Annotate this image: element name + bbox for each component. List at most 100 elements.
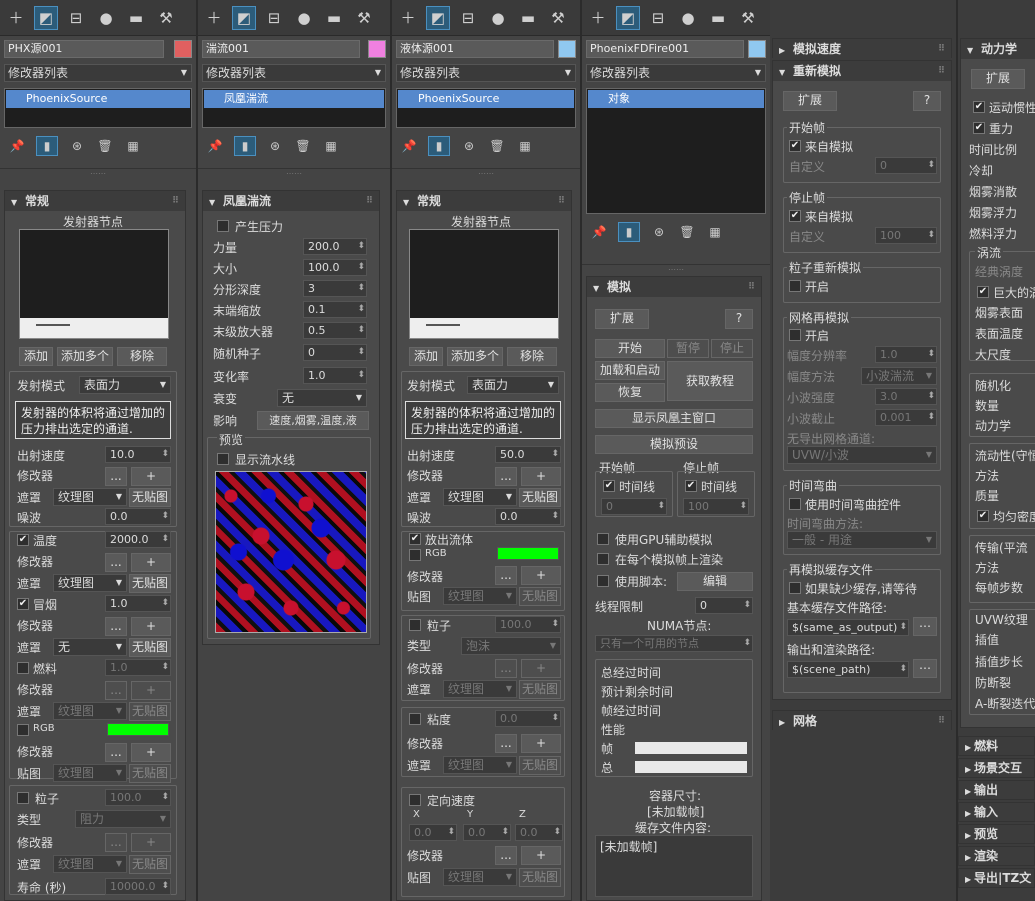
object-name-field[interactable]: 液体源001	[396, 40, 554, 58]
noise-spinner[interactable]: 0.0	[495, 508, 561, 525]
display-tab-icon[interactable]: ▬	[322, 6, 346, 30]
map-button[interactable]: 无贴图	[519, 868, 561, 887]
mask-dropdown[interactable]: 纹理图	[53, 702, 127, 720]
resume-button[interactable]: 恢复	[595, 383, 665, 402]
drag-handle-icon[interactable]: ⠿	[366, 191, 373, 211]
display-tab-icon[interactable]: ▬	[124, 6, 148, 30]
map-button[interactable]: 无贴图	[129, 764, 171, 783]
wavelet-strength-spinner[interactable]: 3.0	[875, 388, 937, 405]
end-scale-spinner[interactable]: 0.1	[303, 301, 367, 318]
configure-sets-icon[interactable]: ▦	[516, 136, 534, 156]
drag-handle-icon[interactable]: ⠿	[938, 39, 945, 59]
motion-tab-icon[interactable]: ●	[94, 6, 118, 30]
modifier-add-button[interactable]: +	[131, 467, 171, 486]
mask-dropdown[interactable]: 纹理图	[53, 488, 127, 506]
grid-resim-checkbox[interactable]	[789, 329, 801, 341]
change-rate-spinner[interactable]: 1.0	[303, 367, 367, 384]
start-frame-spinner[interactable]: 0	[601, 498, 667, 515]
stop-custom-spinner[interactable]: 100	[875, 227, 937, 244]
motion-tab-icon[interactable]: ●	[292, 6, 316, 30]
map-button[interactable]: 无贴图	[519, 587, 561, 606]
remove-modifier-icon[interactable]: 🗑	[488, 136, 506, 156]
particle-checkbox[interactable]	[409, 619, 421, 631]
emitter-node-list[interactable]	[409, 229, 559, 339]
remove-button[interactable]: 移除	[507, 347, 557, 366]
stop-frame-spinner[interactable]: 100	[683, 498, 749, 515]
map-dropdown[interactable]: 纹理图	[443, 868, 517, 886]
mask-dropdown[interactable]: 纹理图	[443, 488, 517, 506]
use-timebend-checkbox[interactable]	[789, 498, 801, 510]
pin-stack-icon[interactable]: 📌	[206, 136, 224, 156]
emitter-node-list[interactable]	[19, 229, 169, 339]
rollout-output[interactable]: ▶ 输出	[958, 780, 1035, 800]
map-dropdown[interactable]: 纹理图	[443, 587, 517, 605]
remove-modifier-icon[interactable]: 🗑	[294, 136, 312, 156]
mask-map-button[interactable]: 无贴图	[519, 756, 561, 775]
base-cache-path-field[interactable]: $(same_as_output)	[787, 619, 909, 636]
mask-map-button[interactable]: 无贴图	[129, 638, 171, 657]
gravity-checkbox[interactable]: ✔	[973, 122, 985, 134]
modify-tab-icon[interactable]: ◩	[616, 5, 640, 30]
rollout-header[interactable]: ▼ 重新模拟 ⠿	[773, 61, 951, 81]
show-main-window-button[interactable]: 显示凤凰主窗口	[595, 409, 753, 428]
emit-mode-dropdown[interactable]: 表面力	[79, 376, 171, 394]
generate-pressure-checkbox[interactable]	[217, 220, 229, 232]
z-spinner[interactable]: 0.0	[515, 824, 563, 841]
no-output-dropdown[interactable]: UVW/小波	[787, 446, 937, 464]
drag-handle-icon[interactable]: ⠿	[748, 277, 755, 297]
help-button[interactable]: ?	[913, 91, 941, 111]
modifier-browse-button[interactable]: ...	[105, 681, 127, 700]
rollout-export[interactable]: ▶ 导出|TZ文	[958, 868, 1035, 888]
size-spinner[interactable]: 100.0	[303, 259, 367, 276]
modifier-add-button[interactable]: +	[521, 566, 561, 585]
show-end-result-icon[interactable]: ▮	[36, 136, 58, 156]
show-streamline-checkbox[interactable]	[217, 453, 229, 465]
modifier-browse-button[interactable]: ...	[105, 553, 127, 572]
motion-tab-icon[interactable]: ●	[676, 6, 700, 30]
particle-type-dropdown[interactable]: 泡沫	[461, 637, 561, 655]
remove-modifier-icon[interactable]: 🗑	[96, 136, 114, 156]
modifier-list-dropdown[interactable]: 修改器列表 ▼	[4, 64, 192, 82]
mask-map-button[interactable]: 无贴图	[129, 702, 171, 721]
show-end-result-icon[interactable]: ▮	[234, 136, 256, 156]
modifier-add-button[interactable]: +	[521, 846, 561, 865]
start-timeline-checkbox[interactable]: ✔	[603, 480, 615, 492]
wavelet-cutoff-spinner[interactable]: 0.001	[875, 409, 937, 426]
end-amplifier-spinner[interactable]: 0.5	[303, 322, 367, 339]
create-tab-icon[interactable]: ＋	[586, 6, 610, 30]
rollout-header[interactable]: ▼ 常规 ⠿	[397, 191, 571, 211]
object-name-field[interactable]: 湍流001	[202, 40, 360, 58]
rgb-checkbox[interactable]	[17, 724, 29, 736]
modifier-browse-button[interactable]: ...	[105, 617, 127, 636]
rollout-rendering[interactable]: ▶ 渲染	[958, 846, 1035, 866]
stack-item[interactable]: PhoenixSource	[6, 90, 190, 108]
object-name-field[interactable]: PhoenixFDFire001	[586, 40, 744, 58]
stack-item[interactable]: 凤凰湍流	[204, 90, 384, 108]
modifier-browse-button[interactable]: ...	[495, 846, 517, 865]
smoke-checkbox[interactable]: ✔	[17, 598, 29, 610]
mask-map-button[interactable]: 无贴图	[129, 574, 171, 593]
make-unique-icon[interactable]: ⊛	[460, 136, 478, 156]
utilities-tab-icon[interactable]: ⚒	[154, 6, 178, 30]
outgoing-speed-spinner[interactable]: 10.0	[105, 446, 171, 463]
object-color-swatch[interactable]	[748, 40, 766, 58]
help-button[interactable]: ?	[725, 309, 753, 329]
temperature-checkbox[interactable]: ✔	[17, 534, 29, 546]
base-cache-browse-button[interactable]: ⋯	[913, 617, 937, 636]
fuel-checkbox[interactable]	[17, 662, 29, 674]
hierarchy-tab-icon[interactable]: ⊟	[64, 6, 88, 30]
use-script-checkbox[interactable]	[597, 575, 609, 587]
stop-timeline-checkbox[interactable]: ✔	[685, 480, 697, 492]
render-each-frame-checkbox[interactable]	[597, 553, 609, 565]
mask-map-button[interactable]: 无贴图	[129, 488, 171, 507]
modifier-browse-button[interactable]: ...	[495, 566, 517, 585]
modifier-add-button[interactable]: +	[131, 833, 171, 852]
y-spinner[interactable]: 0.0	[463, 824, 511, 841]
display-tab-icon[interactable]: ▬	[706, 6, 730, 30]
hierarchy-tab-icon[interactable]: ⊟	[646, 6, 670, 30]
add-button[interactable]: 添加	[19, 347, 53, 366]
start-from-sim-checkbox[interactable]: ✔	[789, 140, 801, 152]
utilities-tab-icon[interactable]: ⚒	[736, 6, 760, 30]
thread-limit-spinner[interactable]: 0	[695, 597, 753, 614]
pause-button[interactable]: 暂停	[667, 339, 709, 358]
